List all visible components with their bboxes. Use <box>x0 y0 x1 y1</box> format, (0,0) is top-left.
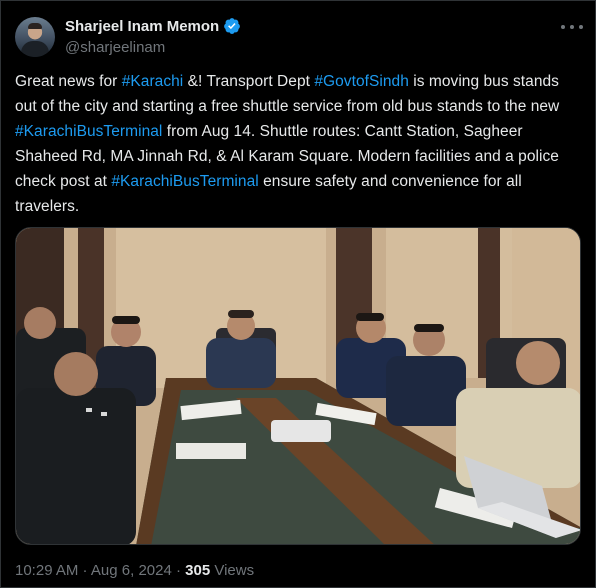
hashtag-link[interactable]: #KarachiBusTerminal <box>111 173 258 190</box>
views-label: Views <box>210 562 255 579</box>
tweet-meta: 10:29 AM · Aug 6, 2024 · 305 Views <box>15 562 254 579</box>
tweet-text: Great news for #Karachi &! Transport Dep… <box>15 69 585 219</box>
views-count[interactable]: 305 <box>185 562 210 579</box>
author-display-name[interactable]: Sharjeel Inam Memon <box>65 18 219 35</box>
tweet-text-segment: &! Transport Dept <box>183 73 315 90</box>
author-name-row: Sharjeel Inam Memon <box>65 17 241 35</box>
tweet-card: Sharjeel Inam Memon @sharjeelinam Great … <box>0 0 596 588</box>
verified-badge-icon <box>224 18 241 34</box>
tweet-time[interactable]: 10:29 AM <box>15 562 78 579</box>
more-options-icon[interactable] <box>561 19 583 35</box>
hashtag-link[interactable]: #KarachiBusTerminal <box>15 123 162 140</box>
avatar-suit <box>21 41 49 57</box>
tweet-text-segment: Great news for <box>15 73 122 90</box>
hashtag-link[interactable]: #GovtofSindh <box>314 73 409 90</box>
author-avatar[interactable] <box>15 17 55 57</box>
meeting-room-photo <box>16 228 580 544</box>
meta-separator: · <box>171 562 186 579</box>
tweet-media-photo[interactable] <box>15 227 581 545</box>
author-handle[interactable]: @sharjeelinam <box>65 39 165 56</box>
avatar-hair <box>28 23 42 29</box>
hashtag-link[interactable]: #Karachi <box>122 73 184 90</box>
tweet-date[interactable]: Aug 6, 2024 <box>91 562 172 579</box>
meta-separator: · <box>78 562 91 579</box>
